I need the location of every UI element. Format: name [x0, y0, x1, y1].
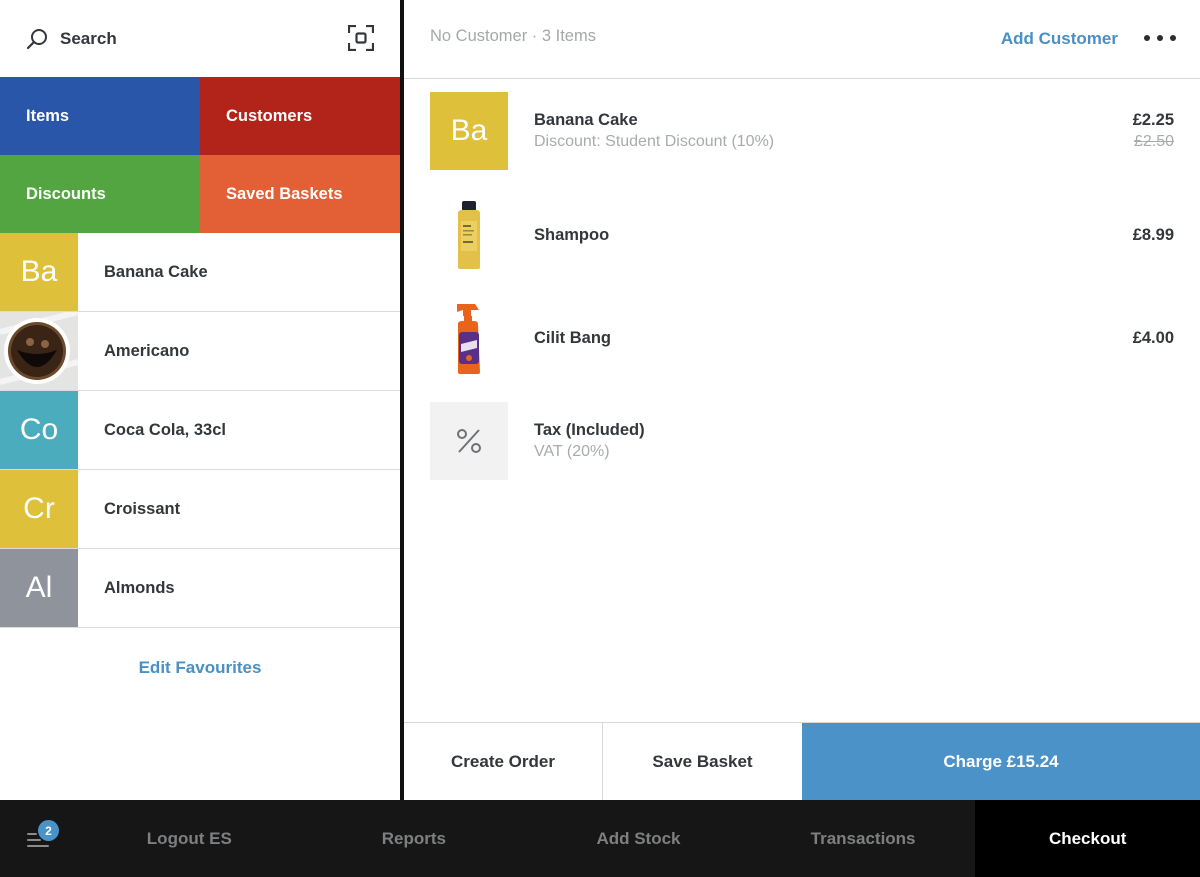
- basket-actions: Create Order Save Basket Charge £15.24: [404, 722, 1200, 800]
- item-initials: Al: [25, 571, 53, 604]
- basket-line-item[interactable]: Ba Banana Cake Discount: Student Discoun…: [430, 92, 1174, 170]
- category-tiles: Items Customers Discounts Saved Baskets: [0, 77, 400, 233]
- item-initials: Co: [19, 413, 59, 446]
- tax-rate: VAT (20%): [534, 443, 610, 460]
- add-customer-button[interactable]: Add Customer: [1001, 29, 1118, 49]
- list-item[interactable]: Americano: [0, 312, 400, 391]
- list-item[interactable]: Cr Croissant: [0, 470, 400, 549]
- tile-label: Saved Baskets: [226, 184, 343, 203]
- item-name: Coca Cola, 33cl: [104, 420, 226, 439]
- more-options-icon[interactable]: [1144, 30, 1176, 46]
- item-price: £8.99: [1132, 225, 1174, 244]
- item-original-price: £2.50: [1133, 133, 1174, 150]
- item-thumbnail: Al: [0, 549, 78, 627]
- item-price: £4.00: [1132, 328, 1174, 347]
- tile-saved-baskets[interactable]: Saved Baskets: [200, 155, 400, 233]
- search-bar[interactable]: Search: [0, 0, 400, 77]
- edit-favourites-link[interactable]: Edit Favourites: [0, 658, 400, 678]
- item-name: Shampoo: [534, 225, 610, 244]
- item-thumbnail: Ba: [0, 233, 78, 311]
- basket-line-item[interactable]: Cilit Bang £4.00: [430, 299, 1174, 377]
- bottom-navigation: 2 Logout ES Reports Add Stock Transactio…: [0, 800, 1200, 877]
- tile-label: Items: [26, 106, 70, 125]
- coffee-cup-icon: [0, 312, 78, 390]
- item-name: Croissant: [104, 499, 181, 518]
- item-thumbnail: Ba: [430, 92, 508, 170]
- create-order-button[interactable]: Create Order: [404, 723, 603, 800]
- library-panel: Search Items Customers Discounts Saved B…: [0, 0, 400, 800]
- search-icon: [26, 28, 47, 49]
- nav-logout[interactable]: Logout ES: [77, 800, 302, 877]
- item-name: Banana Cake: [104, 262, 208, 281]
- item-thumbnail: Co: [0, 391, 78, 469]
- basket-tax-line[interactable]: Tax (Included) VAT (20%): [430, 402, 1174, 480]
- basket-line-item[interactable]: Shampoo £8.99: [430, 196, 1174, 274]
- tile-customers[interactable]: Customers: [200, 77, 400, 155]
- tile-label: Customers: [226, 106, 313, 125]
- menu-button[interactable]: 2: [0, 800, 77, 877]
- barcode-scan-icon[interactable]: [348, 25, 374, 51]
- basket-panel: No Customer · 3 Items Add Customer Ba Ba…: [404, 0, 1200, 800]
- item-name: Cilit Bang: [534, 328, 611, 347]
- tile-label: Discounts: [26, 184, 106, 203]
- save-basket-button[interactable]: Save Basket: [603, 723, 802, 800]
- shampoo-bottle-icon: [458, 201, 480, 269]
- item-thumbnail: [0, 312, 78, 390]
- item-initials: Cr: [23, 492, 55, 525]
- basket-header: No Customer · 3 Items Add Customer: [404, 0, 1200, 79]
- favourites-list: Ba Banana Cake Americano Co Coca Cola, 3…: [0, 233, 400, 628]
- tile-items[interactable]: Items: [0, 77, 200, 155]
- item-initials: Ba: [450, 114, 488, 147]
- item-name: Almonds: [104, 578, 175, 597]
- item-name: Banana Cake: [534, 111, 638, 129]
- nav-add-stock[interactable]: Add Stock: [526, 800, 751, 877]
- spray-bottle-icon: [457, 304, 480, 374]
- nav-transactions[interactable]: Transactions: [751, 800, 976, 877]
- nav-checkout[interactable]: Checkout: [975, 800, 1200, 877]
- percent-icon: [457, 429, 481, 453]
- nav-reports[interactable]: Reports: [302, 800, 527, 877]
- item-thumbnail: [430, 299, 508, 377]
- item-thumbnail: [430, 402, 508, 480]
- item-name: Tax (Included): [534, 421, 645, 439]
- item-price: £2.25: [1132, 111, 1174, 129]
- notification-badge: 2: [38, 820, 59, 841]
- item-thumbnail: Cr: [0, 470, 78, 548]
- list-item[interactable]: Al Almonds: [0, 549, 400, 628]
- item-initials: Ba: [20, 255, 58, 288]
- list-item[interactable]: Co Coca Cola, 33cl: [0, 391, 400, 470]
- item-discount: Discount: Student Discount (10%): [534, 133, 775, 150]
- charge-button[interactable]: Charge £15.24: [802, 723, 1200, 800]
- item-name: Americano: [104, 341, 190, 360]
- list-item[interactable]: Ba Banana Cake: [0, 233, 400, 312]
- item-thumbnail: [430, 196, 508, 274]
- search-input[interactable]: Search: [60, 29, 117, 49]
- tile-discounts[interactable]: Discounts: [0, 155, 200, 233]
- basket-summary: No Customer · 3 Items: [430, 27, 596, 45]
